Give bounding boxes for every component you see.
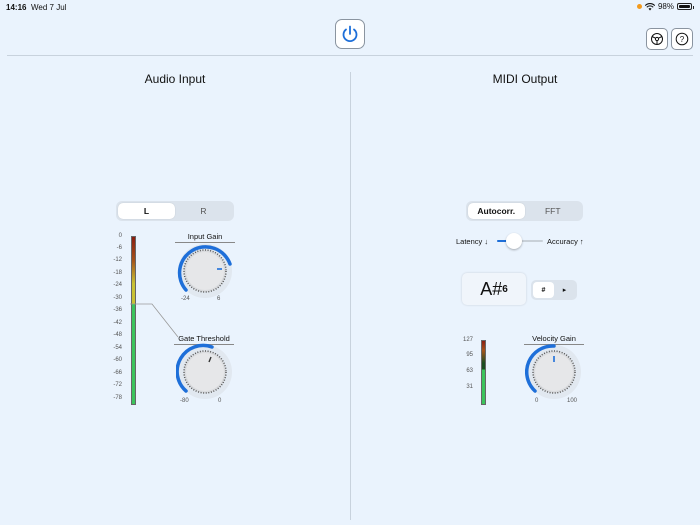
meter-label: -48 [113, 332, 122, 338]
sharp-toggle[interactable]: # [533, 282, 554, 298]
mic-indicator-icon [636, 4, 642, 9]
help-icon: ? [675, 32, 689, 46]
gate-threshold-max: 0 [218, 398, 222, 404]
meter-label: -24 [113, 282, 122, 288]
mode-fft-option[interactable]: FFT [525, 203, 582, 219]
meter-label: -72 [113, 382, 122, 388]
settings-button[interactable] [646, 28, 668, 50]
slider-thumb[interactable] [506, 233, 522, 249]
channel-right-option[interactable]: R [175, 203, 232, 219]
note-name: A# [480, 278, 503, 299]
meter-label: -6 [116, 245, 122, 251]
velocity-gain-min: 0 [535, 398, 539, 404]
detected-note-display: A# 6 [462, 273, 526, 305]
latency-label: Latency ↓ [456, 237, 489, 246]
accuracy-label: Accuracy ↑ [547, 237, 584, 246]
velocity-gain-knob[interactable] [525, 343, 583, 401]
help-button[interactable]: ? [671, 28, 693, 50]
note-octave: 6 [502, 283, 508, 295]
battery-icon [677, 3, 694, 10]
velocity-meter-label: 127 [462, 337, 473, 343]
note-options[interactable]: # ▸ [531, 280, 577, 300]
status-bar: 14:16 Wed 7 Jul 98% [0, 0, 700, 14]
velocity-meter-label: 63 [466, 368, 473, 374]
velocity-gain-max: 100 [567, 398, 578, 404]
midi-output-title: MIDI Output [492, 72, 558, 86]
battery-percent: 98% [657, 2, 674, 11]
meter-label: 0 [118, 233, 122, 239]
latency-accuracy-slider[interactable] [497, 232, 543, 250]
panel-divider [350, 72, 351, 520]
svg-text:?: ? [680, 35, 685, 44]
meter-label: -78 [113, 395, 122, 401]
input-gain-knob[interactable] [176, 242, 234, 300]
status-date: Wed 7 Jul [31, 3, 67, 12]
meter-label: -30 [113, 295, 122, 301]
audio-input-title: Audio Input [144, 72, 206, 86]
channel-selector[interactable]: L R [116, 201, 234, 221]
toolbar-divider [7, 55, 693, 56]
input-gain-max: 6 [217, 296, 221, 302]
power-button[interactable] [335, 19, 365, 49]
meter-label: -66 [113, 370, 122, 376]
meter-label: -12 [113, 257, 122, 263]
mode-autocorrelation-option[interactable]: Autocorr. [468, 203, 525, 219]
input-gain-min: -24 [181, 296, 190, 302]
settings-icon [651, 33, 663, 45]
wifi-icon [644, 2, 655, 10]
meter-label: -60 [113, 357, 122, 363]
channel-left-option[interactable]: L [118, 203, 175, 219]
velocity-meter-label: 95 [466, 352, 473, 358]
power-icon [342, 25, 358, 43]
play-toggle[interactable]: ▸ [554, 282, 575, 298]
gate-threshold-min: -80 [180, 398, 189, 404]
meter-label: -36 [113, 307, 122, 313]
velocity-meter-label: 31 [466, 384, 473, 390]
meter-label: -42 [113, 320, 122, 326]
meter-label: -54 [113, 345, 122, 351]
gate-threshold-knob[interactable] [176, 343, 234, 401]
status-time: 14:16 [6, 3, 27, 12]
meter-label: -18 [113, 270, 122, 276]
pitch-mode-selector[interactable]: Autocorr. FFT [466, 201, 583, 221]
status-right: 98% [636, 2, 694, 11]
